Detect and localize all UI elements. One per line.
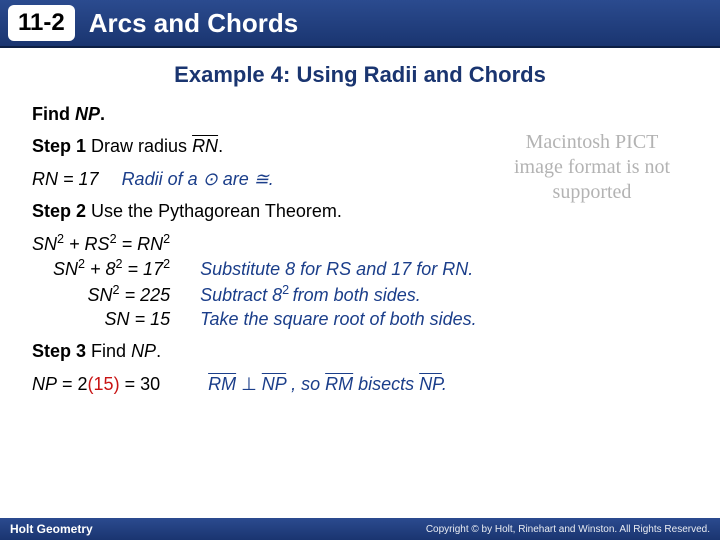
explain-line-3: Take the square root of both sides.	[200, 307, 477, 331]
find-target: NP	[75, 104, 100, 124]
step-3-target: NP	[131, 341, 156, 361]
step-2-label: Step 2	[32, 201, 86, 221]
footer-brand: Holt Geometry	[10, 522, 93, 536]
segment-np-2: NP	[419, 374, 442, 394]
step-1-label: Step 1	[32, 136, 86, 156]
radii-note: Radii of a ⊙ are ≅.	[122, 169, 274, 189]
bisect-statement: RM ⊥ NP , so RM bisects NP.	[208, 372, 447, 396]
eq-line-1: SN2 + RS2 = RN2	[32, 231, 170, 256]
np-prefix: NP	[32, 374, 57, 394]
equation-block: SN2 + RS2 = RN2 SN2 + 82 = 172 SN2 = 225…	[32, 231, 688, 331]
step-3-text: Find	[86, 341, 131, 361]
explain-line-2: Subtract 82 from both sides.	[200, 282, 477, 307]
lesson-number-chip: 11-2	[8, 5, 75, 41]
segment-rm-2: RM	[325, 374, 353, 394]
np-suffix: = 30	[120, 374, 161, 394]
segment-np-1: NP	[262, 374, 286, 394]
explain-line-1: Substitute 8 for RS and 17 for RN.	[200, 257, 477, 281]
equation-right-column: Substitute 8 for RS and 17 for RN. Subtr…	[200, 231, 477, 331]
radii-note-prefix: Radii of a	[122, 169, 203, 189]
np-mid: = 2	[57, 374, 88, 394]
lesson-title: Arcs and Chords	[89, 8, 299, 39]
find-label: Find	[32, 104, 75, 124]
step-1-text: Draw radius	[86, 136, 192, 156]
perp-symbol: ⊥	[236, 374, 262, 394]
segment-rn: RN	[192, 136, 218, 156]
np-red: (15)	[88, 374, 120, 394]
eq-line-2: SN2 + 82 = 172	[53, 256, 170, 281]
step-3-line: Step 3 Find NP.	[32, 339, 688, 363]
bisect-mid: , so	[286, 374, 325, 394]
rn-equals: RN = 17	[32, 169, 99, 189]
np-result: NP = 2(15) = 30	[32, 372, 160, 396]
footer-bar: Holt Geometry Copyright © by Holt, Rineh…	[0, 518, 720, 540]
eq-line-4: SN = 15	[105, 307, 171, 331]
equation-left-column: SN2 + RS2 = RN2 SN2 + 82 = 172 SN2 = 225…	[32, 231, 170, 331]
bisect-suffix: bisects	[353, 374, 419, 394]
header-bar: 11-2 Arcs and Chords	[0, 0, 720, 48]
footer-copyright: Copyright © by Holt, Rinehart and Winsto…	[426, 524, 710, 535]
step-2-text: Use the Pythagorean Theorem.	[86, 201, 342, 221]
radii-note-suffix: are ≅.	[218, 169, 274, 189]
final-line: NP = 2(15) = 30 RM ⊥ NP , so RM bisects …	[32, 372, 688, 396]
circle-icon: ⊙	[203, 169, 218, 189]
find-statement: Find NP.	[32, 102, 688, 126]
segment-rm-1: RM	[208, 374, 236, 394]
eq-line-3: SN2 = 225	[88, 282, 171, 307]
example-title: Example 4: Using Radii and Chords	[0, 62, 720, 88]
missing-image-placeholder: Macintosh PICT image format is not suppo…	[502, 130, 682, 205]
step-3-label: Step 3	[32, 341, 86, 361]
